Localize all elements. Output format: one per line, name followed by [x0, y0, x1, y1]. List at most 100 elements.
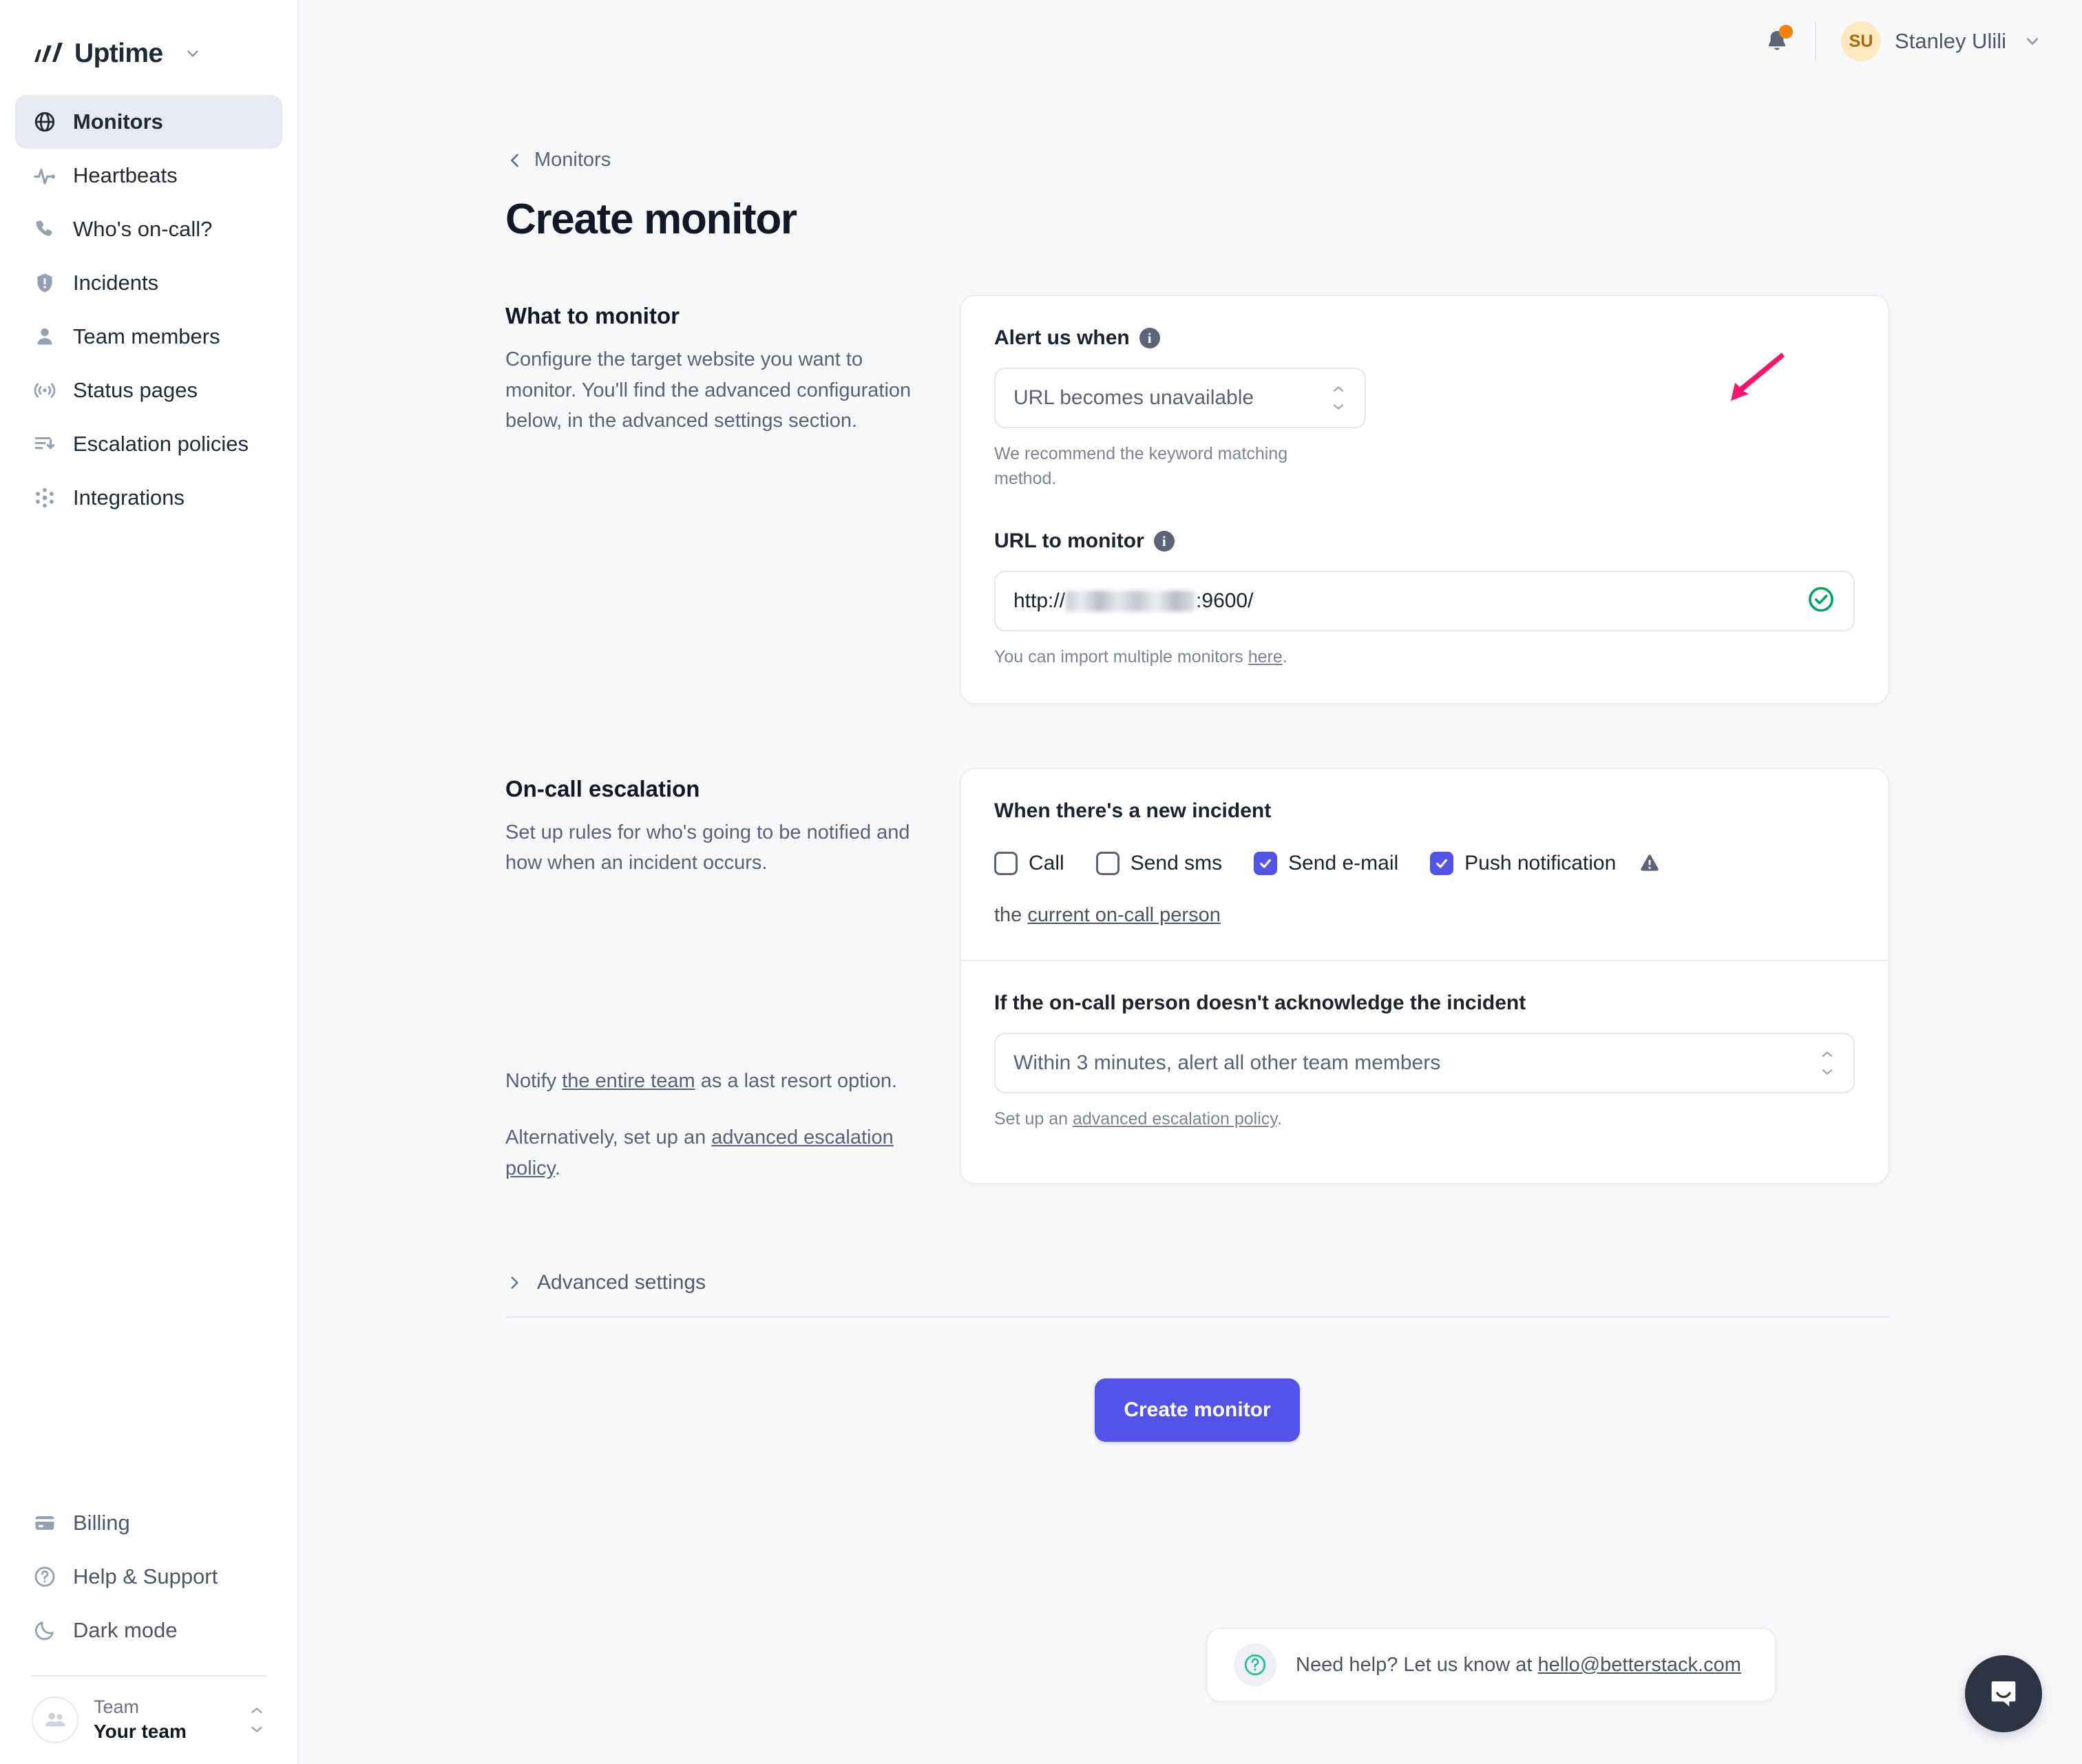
channel-label: Send sms	[1130, 851, 1223, 874]
breadcrumb[interactable]: Monitors	[505, 149, 1889, 171]
team-value: Your team	[94, 1721, 187, 1742]
url-value: http:// :9600/	[1013, 589, 1253, 613]
sidebar-item-integrations[interactable]: Integrations	[15, 471, 282, 525]
section-description: On-call escalation Set up rules for who'…	[505, 768, 960, 1184]
primary-nav: Monitors Heartbeats Who's on-call? Incid…	[0, 95, 297, 525]
url-value-prefix: http://	[1013, 589, 1066, 612]
checkbox[interactable]	[1095, 851, 1119, 875]
page-content: Monitors Create monitor What to monitor …	[299, 149, 2082, 1442]
question-circle-icon	[32, 1564, 58, 1590]
sidebar-item-whos-on-call[interactable]: Who's on-call?	[15, 202, 282, 256]
section-what-to-monitor: What to monitor Configure the target web…	[505, 295, 1889, 704]
sidebar-item-heartbeats[interactable]: Heartbeats	[15, 149, 282, 202]
url-value-suffix: :9600/	[1196, 589, 1254, 612]
intercom-launcher[interactable]	[1965, 1655, 2042, 1732]
checkbox[interactable]	[1254, 851, 1278, 875]
notify-entire-team-text: Notify the entire team as a last resort …	[505, 1066, 918, 1097]
acknowledge-timeout-select[interactable]: Within 3 minutes, alert all other team m…	[994, 1032, 1855, 1093]
incident-target-row: the current on-call person	[994, 904, 1855, 927]
chevron-up-down-icon[interactable]	[248, 1707, 266, 1732]
channel-label: Push notification	[1464, 851, 1617, 874]
alt-suffix: .	[555, 1157, 561, 1180]
new-incident-title: When there's a new incident	[994, 799, 1272, 822]
sidebar-item-escalation-policies[interactable]: Escalation policies	[15, 417, 282, 471]
chevron-up-down-icon	[1330, 386, 1347, 410]
sidebar-item-label: Help & Support	[73, 1564, 218, 1589]
question-circle-icon	[1234, 1644, 1276, 1686]
create-monitor-button[interactable]: Create monitor	[1095, 1378, 1300, 1442]
info-icon[interactable]: i	[1153, 531, 1175, 552]
chevron-down-icon[interactable]	[184, 45, 202, 63]
section-heading: On-call escalation	[505, 775, 700, 801]
section-description: What to monitor Configure the target web…	[505, 295, 960, 704]
alert-when-value: URL becomes unavailable	[1013, 386, 1254, 409]
brand[interactable]: Uptime	[0, 0, 297, 83]
sidebar-item-team-members[interactable]: Team members	[15, 310, 282, 364]
brand-name: Uptime	[74, 39, 163, 68]
integrations-icon	[32, 485, 58, 511]
acknowledge-panel: If the on-call person doesn't acknowledg…	[961, 961, 1888, 1165]
url-input[interactable]: http:// :9600/	[994, 571, 1855, 631]
notification-channels: Call Send sms Send e-mail Push notificat…	[994, 851, 1855, 875]
sidebar-item-status-pages[interactable]: Status pages	[15, 364, 282, 417]
url-label-row: URL to monitor i	[994, 529, 1855, 553]
sidebar-item-label: Status pages	[73, 378, 198, 402]
notifications-button[interactable]	[1758, 23, 1796, 60]
team-switcher[interactable]: Team Your team	[15, 1677, 282, 1764]
sidebar-item-label: Billing	[73, 1511, 130, 1535]
team-label: Team	[94, 1697, 140, 1718]
notify-suffix: as a last resort option.	[695, 1069, 898, 1092]
checkbox[interactable]	[1430, 851, 1454, 875]
ack-hint-prefix: Set up an	[994, 1109, 1073, 1128]
notify-prefix: Notify	[505, 1069, 562, 1092]
info-icon[interactable]: i	[1139, 328, 1160, 348]
acknowledge-title: If the on-call person doesn't acknowledg…	[994, 991, 1526, 1014]
phone-icon	[32, 216, 58, 242]
sidebar-item-dark-mode[interactable]: Dark mode	[15, 1604, 282, 1657]
channel-send-sms[interactable]: Send sms	[1095, 851, 1223, 875]
sidebar-item-label: Team members	[73, 324, 220, 348]
import-monitors-link[interactable]: here	[1248, 647, 1283, 666]
channel-label: Call	[1029, 851, 1064, 874]
channel-label: Send e-mail	[1288, 851, 1399, 874]
current-on-call-person-link[interactable]: current on-call person	[1027, 904, 1220, 926]
url-hint: You can import multiple monitors here.	[994, 645, 1855, 670]
support-email-link[interactable]: hello@betterstack.com	[1537, 1654, 1741, 1676]
warning-triangle-icon[interactable]	[1638, 852, 1661, 875]
pulse-icon	[32, 162, 58, 189]
sidebar-item-incidents[interactable]: Incidents	[15, 256, 282, 310]
sidebar-item-billing[interactable]: Billing	[15, 1496, 282, 1550]
alt-prefix: Alternatively, set up an	[505, 1126, 712, 1149]
check-icon	[1436, 859, 1448, 868]
entire-team-link[interactable]: the entire team	[562, 1070, 695, 1092]
sidebar-item-label: Dark mode	[73, 1618, 178, 1643]
page-title: Create monitor	[505, 196, 797, 243]
alert-when-label: Alert us when	[994, 326, 1130, 349]
alert-when-select[interactable]: URL becomes unavailable	[994, 368, 1366, 428]
chat-bubble-icon	[1991, 1681, 2016, 1707]
url-value-redacted	[1066, 591, 1196, 611]
channel-call[interactable]: Call	[994, 851, 1064, 875]
target-prefix: the	[994, 903, 1028, 926]
advanced-escalation-policy-link[interactable]: advanced escalation policy	[1073, 1109, 1277, 1128]
advanced-settings-toggle[interactable]: Advanced settings	[505, 1271, 1889, 1294]
team-texts: Team Your team	[94, 1696, 233, 1743]
sidebar-item-help-support[interactable]: Help & Support	[15, 1550, 282, 1604]
annotation-arrow-url-field	[2060, 544, 2082, 606]
ack-hint-suffix: .	[1276, 1109, 1282, 1128]
alt-escalation-text: Alternatively, set up an advanced escala…	[505, 1122, 918, 1184]
globe-icon	[32, 109, 58, 135]
channel-send-email[interactable]: Send e-mail	[1254, 851, 1399, 875]
check-icon	[1260, 859, 1272, 868]
channel-push-notification[interactable]: Push notification	[1430, 851, 1661, 875]
escalation-icon	[32, 431, 58, 457]
app-root: Uptime Monitors Heartbeats Who's on-call…	[0, 0, 2082, 1764]
sidebar-item-monitors[interactable]: Monitors	[15, 95, 282, 149]
user-name: Stanley Ulili	[1895, 29, 2006, 53]
user-menu[interactable]: SU Stanley Ulili	[1841, 21, 2042, 61]
checkbox[interactable]	[994, 851, 1018, 875]
submit-row: Create monitor	[505, 1378, 1889, 1442]
acknowledge-timeout-value: Within 3 minutes, alert all other team m…	[1013, 1051, 1441, 1074]
chevron-left-icon	[505, 151, 525, 170]
topbar: SU Stanley Ulili	[299, 0, 2082, 83]
